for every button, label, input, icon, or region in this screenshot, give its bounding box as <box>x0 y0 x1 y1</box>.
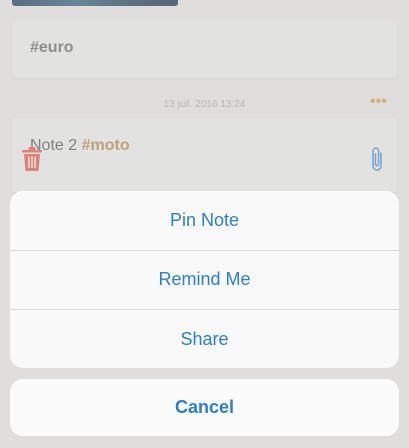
action-sheet: Pin Note Remind Me Share <box>10 191 399 368</box>
remind-me-button[interactable]: Remind Me <box>10 251 399 310</box>
share-button[interactable]: Share <box>10 310 399 368</box>
cancel-button[interactable]: Cancel <box>10 379 399 436</box>
pin-note-button[interactable]: Pin Note <box>10 191 399 251</box>
